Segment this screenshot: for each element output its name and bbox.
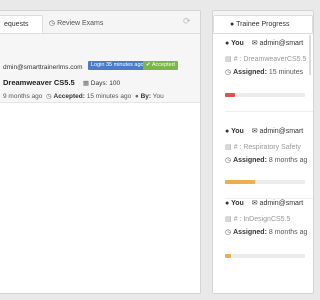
request-course: Dreamweaver CS5.5 <box>3 78 75 87</box>
trainee-who: You <box>231 200 244 207</box>
assigned-label: Assigned: <box>233 69 267 76</box>
progress-bar-fill <box>225 254 232 258</box>
check-icon: ✔ <box>146 62 151 68</box>
hash-label: # <box>233 56 238 63</box>
assigned-value: 15 minutes <box>268 69 304 76</box>
request-email: dmin@smarttrainerlms.com <box>3 64 83 71</box>
trainee-item[interactable]: ● You ✉ admin@smart ▤ # : Respiratory Sa… <box>225 127 307 164</box>
login-badge-text: Login 35 minutes ago <box>91 62 144 68</box>
status-badge-text: Accepted <box>151 62 175 68</box>
trainee-course: : InDesignCS5.5 <box>239 216 291 223</box>
assigned-value: 8 months ag <box>268 157 308 164</box>
assigned-value: 8 months ag <box>268 229 308 236</box>
tab-trainee-progress-label: Trainee Progress <box>236 21 290 28</box>
assigned-label: Assigned: <box>233 229 267 236</box>
progress-bar <box>225 93 305 97</box>
book-icon: ▤ <box>225 216 232 223</box>
status-badge: ✔ Accepted <box>143 61 178 70</box>
user-icon: ● <box>225 128 230 135</box>
user-icon: ● <box>230 21 235 28</box>
book-icon: ▤ <box>225 144 232 151</box>
progress-bar-fill <box>225 93 235 97</box>
trainee-progress-panel: ● Trainee Progress ● You ✉ admin@smart ▤… <box>212 10 314 294</box>
progress-tabbar: ● Trainee Progress <box>213 11 313 34</box>
trainee-email: admin@smart <box>259 200 304 207</box>
user-icon: ● <box>225 200 230 207</box>
request-meta: 9 months ago ◷ Accepted: 15 minutes ago … <box>3 92 164 100</box>
tab-review-exams[interactable]: ◷ Review Exams <box>43 15 111 33</box>
refresh-icon[interactable]: ⟳ <box>183 17 192 26</box>
user-icon: ● <box>225 40 230 47</box>
trainee-item[interactable]: ● You ✉ admin@smart ▤ # : DreamweaverCS5… <box>225 39 306 76</box>
trainee-item[interactable]: ● You ✉ admin@smart ▤ # : InDesignCS5.5 … <box>225 199 307 236</box>
days-value: 100 <box>109 80 121 87</box>
hash-label: # <box>233 144 238 151</box>
tab-requests[interactable]: equests <box>0 15 43 33</box>
user-icon: ● <box>134 93 139 100</box>
progress-bar <box>225 180 305 184</box>
envelope-icon: ✉ <box>251 40 258 47</box>
trainee-email: admin@smart <box>259 128 304 135</box>
envelope-icon: ✉ <box>251 128 258 135</box>
trainee-course: : Respiratory Safety <box>239 144 301 151</box>
calendar-icon: ▦ <box>82 80 89 87</box>
requested-ago: 9 months ago <box>3 93 43 100</box>
by-value: You <box>152 93 164 100</box>
clock-icon: ◷ <box>49 20 56 27</box>
hash-label: # <box>233 216 238 223</box>
book-icon: ▤ <box>225 56 232 63</box>
divider <box>225 111 313 112</box>
days-label: Days: <box>90 80 108 87</box>
scrollbar[interactable] <box>309 35 311 75</box>
request-item[interactable]: dmin@smarttrainerlms.com Login 35 minute… <box>0 34 200 103</box>
tab-review-exams-label: Review Exams <box>57 20 104 27</box>
clock-icon: ◷ <box>225 229 232 236</box>
envelope-icon: ✉ <box>251 200 258 207</box>
login-badge: Login 35 minutes ago <box>88 61 147 70</box>
requests-panel: equests ◷ Review Exams ⟳ dmin@smarttrain… <box>0 10 201 294</box>
progress-bar <box>225 254 305 258</box>
trainee-who: You <box>231 128 244 135</box>
requests-tabbar: equests ◷ Review Exams ⟳ <box>0 11 200 34</box>
trainee-course: : DreamweaverCS5.5 <box>239 56 307 63</box>
clock-icon: ◷ <box>225 69 232 76</box>
clock-icon: ◷ <box>46 93 52 100</box>
request-days: ▦ Days: 100 <box>83 80 120 87</box>
request-title-row: Dreamweaver CS5.5 ▦ Days: 100 <box>3 78 120 87</box>
by-label: By: <box>140 93 152 100</box>
trainee-who: You <box>231 40 244 47</box>
tab-requests-label: equests <box>4 21 29 28</box>
tab-trainee-progress[interactable]: ● Trainee Progress <box>213 15 313 33</box>
progress-bar-fill <box>225 180 256 184</box>
trainee-email: admin@smart <box>259 40 304 47</box>
assigned-label: Assigned: <box>233 157 267 164</box>
accepted-label: Accepted: <box>53 93 85 100</box>
accepted-value: 15 minutes ago <box>86 93 132 100</box>
clock-icon: ◷ <box>225 157 232 164</box>
